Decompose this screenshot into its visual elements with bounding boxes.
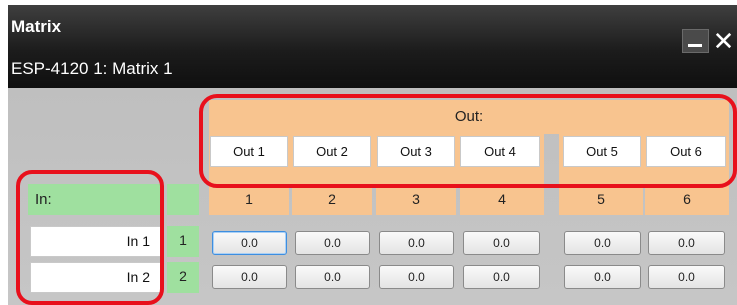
minimize-button[interactable] xyxy=(682,29,709,53)
output-number-4: 4 xyxy=(460,184,544,215)
gain-in1-out6-button[interactable]: 0.0 xyxy=(648,231,725,255)
outputs-callout xyxy=(199,94,737,188)
gain-in1-out4-button[interactable]: 0.0 xyxy=(463,231,540,255)
inputs-callout xyxy=(16,170,164,305)
minimize-icon xyxy=(688,44,702,47)
gain-in2-out4-button[interactable]: 0.0 xyxy=(463,265,540,289)
gain-in1-out2-button[interactable]: 0.0 xyxy=(295,231,370,255)
input-number-1: 1 xyxy=(167,226,199,257)
title-bar[interactable]: Matrix ESP-4120 1: Matrix 1 ✕ xyxy=(8,5,737,88)
gain-in1-out3-button[interactable]: 0.0 xyxy=(379,231,454,255)
gain-in2-out5-button[interactable]: 0.0 xyxy=(564,265,641,289)
output-number-2: 2 xyxy=(292,184,372,215)
output-number-5: 5 xyxy=(559,184,643,215)
gain-in2-out2-button[interactable]: 0.0 xyxy=(295,265,370,289)
window-subtitle: ESP-4120 1: Matrix 1 xyxy=(11,59,173,78)
in-number-header xyxy=(167,184,199,215)
close-button[interactable]: ✕ xyxy=(710,27,737,55)
output-number-6: 6 xyxy=(645,184,729,215)
output-number-1: 1 xyxy=(209,184,289,215)
gain-in2-out6-button[interactable]: 0.0 xyxy=(648,265,725,289)
input-number-2: 2 xyxy=(167,262,199,293)
window-title: Matrix xyxy=(11,17,62,36)
gain-in1-out1-button[interactable]: 0.0 xyxy=(212,231,287,255)
gain-in2-out1-button[interactable]: 0.0 xyxy=(212,265,287,289)
gain-in1-out5-button[interactable]: 0.0 xyxy=(564,231,641,255)
close-icon: ✕ xyxy=(712,26,735,56)
output-number-3: 3 xyxy=(376,184,456,215)
gain-in2-out3-button[interactable]: 0.0 xyxy=(379,265,454,289)
